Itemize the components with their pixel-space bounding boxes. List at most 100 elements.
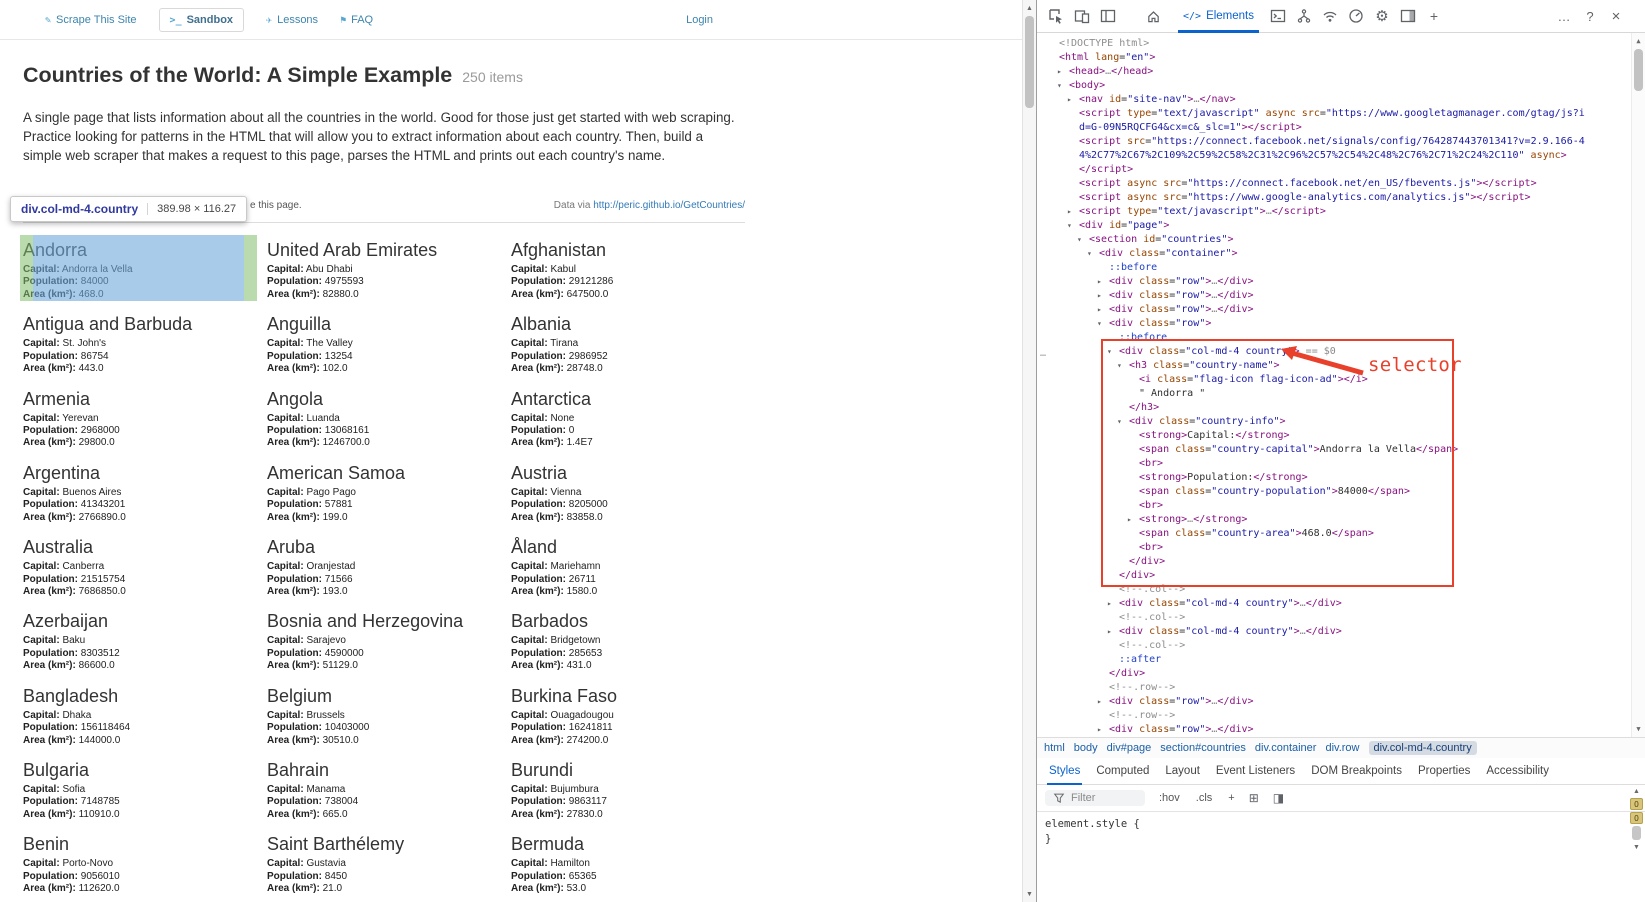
dom-tree-node[interactable]: <!--.row-->: [1037, 709, 1629, 723]
toggle-cls[interactable]: .cls: [1196, 792, 1213, 804]
dom-tree-node[interactable]: <!--.col-->: [1037, 611, 1629, 625]
dom-tree-node[interactable]: ▸<div class="row">…</div>: [1037, 303, 1629, 317]
breadcrumb-item-div-page[interactable]: div#page: [1107, 742, 1152, 754]
dom-tree-node[interactable]: <strong>Capital:</strong>: [1037, 429, 1629, 443]
dom-tree-node[interactable]: ▸<div class="col-md-4 country">…</div>: [1037, 625, 1629, 639]
help-button[interactable]: ?: [1577, 3, 1603, 29]
dom-tree-node[interactable]: <strong>Population:</strong>: [1037, 471, 1629, 485]
breadcrumb-item-div-col-md-4-country[interactable]: div.col-md-4.country: [1369, 741, 1477, 755]
styles-scroll-down-icon[interactable]: ▼: [1633, 842, 1640, 852]
breadcrumb-item-section-countries[interactable]: section#countries: [1160, 742, 1246, 754]
expand-arrow-closed-icon[interactable]: ▸: [1107, 625, 1112, 639]
styles-tab-computed[interactable]: Computed: [1088, 758, 1157, 785]
element-style-selector[interactable]: element.style: [1045, 818, 1127, 830]
dom-tree-node[interactable]: ::before: [1037, 331, 1629, 345]
close-devtools-button[interactable]: ×: [1603, 3, 1629, 29]
dom-scroll-down-icon[interactable]: ▼: [1632, 722, 1645, 736]
filter-input[interactable]: Filter: [1045, 790, 1145, 806]
expand-arrow-closed-icon[interactable]: ▸: [1097, 695, 1102, 709]
network-conditions-icon[interactable]: [1317, 3, 1343, 29]
page-scrollbar-thumb[interactable]: [1025, 16, 1034, 108]
node-menu-dots[interactable]: …: [1040, 347, 1047, 361]
performance-icon[interactable]: [1343, 3, 1369, 29]
console-icon[interactable]: [1265, 3, 1291, 29]
expand-arrow-open-icon[interactable]: ▾: [1117, 415, 1122, 429]
styles-tab-styles[interactable]: Styles: [1041, 758, 1088, 785]
expand-arrow-open-icon[interactable]: ▾: [1077, 233, 1082, 247]
nav-item-lessons[interactable]: ✈Lessons: [266, 14, 318, 26]
panels-icon[interactable]: [1095, 3, 1121, 29]
styles-tab-properties[interactable]: Properties: [1410, 758, 1478, 785]
breadcrumb-item-div-row[interactable]: div.row: [1325, 742, 1359, 754]
dom-tree-node[interactable]: ▾<h3 class="country-name">: [1037, 359, 1629, 373]
dom-tree-node[interactable]: <script type="text/javascript" async src…: [1037, 107, 1629, 121]
dom-tree-node[interactable]: ▸<div class="row">…</div>: [1037, 275, 1629, 289]
more-options-button[interactable]: …: [1551, 3, 1577, 29]
expand-arrow-closed-icon[interactable]: ▸: [1097, 303, 1102, 317]
breadcrumb-item-div-container[interactable]: div.container: [1255, 742, 1317, 754]
grid-toggle-icon[interactable]: ⊞: [1249, 791, 1259, 805]
nav-item-scrape-this-site[interactable]: ✎Scrape This Site: [45, 14, 137, 26]
scroll-up-icon[interactable]: ▲: [1023, 1, 1036, 15]
expand-arrow-closed-icon[interactable]: ▸: [1097, 723, 1102, 737]
expand-arrow-closed-icon[interactable]: ▸: [1107, 597, 1112, 611]
dom-tree-node[interactable]: <span class="country-area">468.0</span>: [1037, 527, 1629, 541]
toggle-[interactable]: +: [1228, 792, 1234, 804]
dom-tree-node[interactable]: </div>: [1037, 569, 1629, 583]
styles-tab-layout[interactable]: Layout: [1157, 758, 1208, 785]
dom-tree-node[interactable]: <span class="country-capital">Andorra la…: [1037, 443, 1629, 457]
settings-gear-icon[interactable]: ⚙: [1369, 3, 1395, 29]
data-source-link[interactable]: http://peric.github.io/GetCountries/: [593, 200, 745, 211]
dom-tree-node[interactable]: ▾<div class="container">: [1037, 247, 1629, 261]
expand-arrow-open-icon[interactable]: ▾: [1097, 317, 1102, 331]
dom-tree-node[interactable]: ▸<div class="row">…</div>: [1037, 695, 1629, 709]
dom-tree-node[interactable]: d=G-09N5RQCFG4&cx=c&_slc=1"></script>: [1037, 121, 1629, 135]
login-link[interactable]: Login: [686, 14, 713, 26]
dom-tree-node[interactable]: </h3>: [1037, 401, 1629, 415]
dom-tree-node[interactable]: <!DOCTYPE html>: [1037, 37, 1629, 51]
dom-tree-node[interactable]: </div>: [1037, 667, 1629, 681]
tab-elements[interactable]: </> Elements: [1172, 0, 1265, 33]
dom-tree-node[interactable]: ▾<div class="col-md-4 country"> == $0: [1037, 345, 1629, 359]
dom-scroll-up-icon[interactable]: ▲: [1632, 34, 1645, 48]
styles-scrollbar[interactable]: ▲ 00 ▼: [1629, 786, 1644, 852]
expand-arrow-closed-icon[interactable]: ▸: [1067, 93, 1072, 107]
dom-tree-node[interactable]: ::after: [1037, 653, 1629, 667]
expand-arrow-open-icon[interactable]: ▾: [1057, 79, 1062, 93]
dom-tree-node[interactable]: ▸<nav id="site-nav">…</nav>: [1037, 93, 1629, 107]
dom-tree-node[interactable]: ▸<script type="text/javascript">…</scrip…: [1037, 205, 1629, 219]
add-tools-button[interactable]: +: [1421, 3, 1447, 29]
dom-tree-node[interactable]: </div>: [1037, 555, 1629, 569]
nav-item-faq[interactable]: ⚑FAQ: [340, 14, 373, 26]
styles-tab-event-listeners[interactable]: Event Listeners: [1208, 758, 1303, 785]
dom-tree-node[interactable]: ▾<div class="row">: [1037, 317, 1629, 331]
dom-tree-node[interactable]: <html lang="en">: [1037, 51, 1629, 65]
expand-arrow-open-icon[interactable]: ▾: [1067, 219, 1072, 233]
expand-arrow-closed-icon[interactable]: ▸: [1097, 275, 1102, 289]
expand-arrow-closed-icon[interactable]: ▸: [1127, 513, 1132, 527]
dom-tree-node[interactable]: <script src="https://connect.facebook.ne…: [1037, 135, 1629, 149]
device-toolbar-icon[interactable]: [1069, 3, 1095, 29]
dom-tree-node[interactable]: <script async src="https://connect.faceb…: [1037, 177, 1629, 191]
dom-tree-node[interactable]: ▸<div class="row">…</div>: [1037, 289, 1629, 303]
expand-arrow-closed-icon[interactable]: ▸: [1067, 205, 1072, 219]
dom-tree-node[interactable]: <!--.col-->: [1037, 583, 1629, 597]
dom-tree-node[interactable]: ▸<head>…</head>: [1037, 65, 1629, 79]
scroll-down-icon[interactable]: ▼: [1023, 887, 1036, 901]
expand-arrow-open-icon[interactable]: ▾: [1087, 247, 1092, 261]
sources-icon[interactable]: [1291, 3, 1317, 29]
dom-tree-node[interactable]: <br>: [1037, 499, 1629, 513]
dom-tree-node[interactable]: ▸<div class="col-md-4 country">…</div>: [1037, 597, 1629, 611]
dom-tree-node[interactable]: " Andorra ": [1037, 387, 1629, 401]
dom-tree-node[interactable]: ▸<strong>…</strong>: [1037, 513, 1629, 527]
expand-arrow-open-icon[interactable]: ▾: [1117, 359, 1122, 373]
dom-tree-node[interactable]: ▾<div id="page">: [1037, 219, 1629, 233]
dom-tree-node[interactable]: <br>: [1037, 457, 1629, 471]
inspect-icon[interactable]: [1043, 3, 1069, 29]
dom-tree-node[interactable]: <i class="flag-icon flag-icon-ad"></i>: [1037, 373, 1629, 387]
toggle-hov[interactable]: :hov: [1159, 792, 1180, 804]
dom-tree-node[interactable]: ▾<body>: [1037, 79, 1629, 93]
tab-welcome[interactable]: [1135, 0, 1172, 33]
dom-tree-node[interactable]: ::before: [1037, 261, 1629, 275]
expand-arrow-closed-icon[interactable]: ▸: [1057, 65, 1062, 79]
